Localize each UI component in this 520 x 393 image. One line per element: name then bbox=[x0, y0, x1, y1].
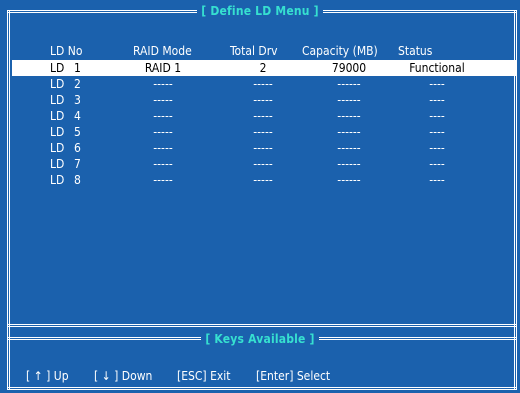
column-header-ld-no: LD No bbox=[50, 44, 83, 58]
menu-title-text: [ Define LD Menu ] bbox=[197, 4, 323, 18]
total-drv: ----- bbox=[253, 125, 273, 139]
raid-mode: ----- bbox=[153, 141, 173, 155]
capacity: ------ bbox=[337, 173, 361, 187]
keys-title: [ Keys Available ] bbox=[0, 332, 520, 346]
column-header-raid-mode: RAID Mode bbox=[133, 44, 192, 58]
key-enter-hint: [Enter] Select bbox=[256, 369, 331, 383]
status: ---- bbox=[429, 93, 445, 107]
total-drv: ----- bbox=[253, 173, 273, 187]
total-drv: 2 bbox=[259, 61, 267, 75]
ld-row[interactable]: LD 8 ----- ----- ------ ---- bbox=[12, 172, 517, 188]
keys-title-text: [ Keys Available ] bbox=[201, 332, 319, 346]
capacity: ------ bbox=[337, 141, 361, 155]
capacity: ------ bbox=[337, 93, 361, 107]
raid-mode: ----- bbox=[153, 93, 173, 107]
capacity: ------ bbox=[337, 77, 361, 91]
status: ---- bbox=[429, 109, 445, 123]
total-drv: ----- bbox=[253, 157, 273, 171]
key-down-close-bracket: ] bbox=[114, 369, 119, 383]
ld-label: LD bbox=[50, 109, 65, 123]
total-drv: ----- bbox=[253, 109, 273, 123]
column-header-status: Status bbox=[398, 44, 433, 58]
ld-row[interactable]: LD 6 ----- ----- ------ ---- bbox=[12, 140, 517, 156]
ld-number: 6 bbox=[74, 141, 81, 155]
status: ---- bbox=[429, 157, 445, 171]
ld-number: 2 bbox=[74, 77, 81, 91]
ld-row[interactable]: LD 7 ----- ----- ------ ---- bbox=[12, 156, 517, 172]
raid-mode: ----- bbox=[153, 77, 173, 91]
key-up-close-bracket: ] bbox=[46, 369, 51, 383]
status: ---- bbox=[429, 77, 445, 91]
column-header-total-drv: Total Drv bbox=[230, 44, 278, 58]
status: Functional bbox=[409, 61, 465, 75]
menu-title: [ Define LD Menu ] bbox=[0, 4, 520, 18]
ld-label: LD bbox=[50, 125, 65, 139]
ld-label: LD bbox=[50, 77, 65, 91]
ld-row[interactable]: LD 5 ----- ----- ------ ---- bbox=[12, 124, 517, 140]
ld-label: LD bbox=[50, 93, 65, 107]
ld-row[interactable]: LD 4 ----- ----- ------ ---- bbox=[12, 108, 517, 124]
capacity: ------ bbox=[337, 109, 361, 123]
ld-number: 8 bbox=[74, 173, 81, 187]
ld-row[interactable]: LD 1 RAID 1 2 79000 Functional bbox=[12, 60, 517, 76]
ld-label: LD bbox=[50, 157, 65, 171]
raid-mode: RAID 1 bbox=[144, 61, 182, 75]
key-down-open-bracket: [ bbox=[94, 369, 99, 383]
key-up-open-bracket: [ bbox=[26, 369, 31, 383]
raid-mode: ----- bbox=[153, 125, 173, 139]
mid-border bbox=[7, 324, 517, 327]
raid-mode: ----- bbox=[153, 109, 173, 123]
column-header-capacity: Capacity (MB) bbox=[302, 44, 378, 58]
status: ---- bbox=[429, 125, 445, 139]
key-up-hint: [ ↑ ] Up bbox=[26, 369, 69, 383]
capacity: ------ bbox=[337, 125, 361, 139]
bottom-border bbox=[7, 387, 517, 390]
key-esc-hint: [ESC] Exit bbox=[177, 369, 231, 383]
total-drv: ----- bbox=[253, 93, 273, 107]
capacity: 79000 bbox=[331, 61, 367, 75]
ld-number: 3 bbox=[74, 93, 81, 107]
key-up-label: Up bbox=[53, 369, 69, 383]
ld-number: 5 bbox=[74, 125, 81, 139]
raid-mode: ----- bbox=[153, 157, 173, 171]
up-arrow-icon: ↑ bbox=[33, 369, 43, 383]
down-arrow-icon: ↓ bbox=[101, 369, 111, 383]
ld-number: 4 bbox=[74, 109, 81, 123]
status: ---- bbox=[429, 173, 445, 187]
ld-row[interactable]: LD 2 ----- ----- ------ ---- bbox=[12, 76, 517, 92]
ld-label: LD bbox=[50, 173, 65, 187]
key-down-label: Down bbox=[121, 369, 153, 383]
total-drv: ----- bbox=[253, 77, 273, 91]
status: ---- bbox=[429, 141, 445, 155]
total-drv: ----- bbox=[253, 141, 273, 155]
ld-row[interactable]: LD 3 ----- ----- ------ ---- bbox=[12, 92, 517, 108]
capacity: ------ bbox=[337, 157, 361, 171]
ld-label: LD bbox=[50, 61, 65, 75]
ld-number: 1 bbox=[74, 61, 81, 75]
ld-label: LD bbox=[50, 141, 65, 155]
ld-number: 7 bbox=[74, 157, 81, 171]
key-down-hint: [ ↓ ] Down bbox=[94, 369, 152, 383]
raid-mode: ----- bbox=[153, 173, 173, 187]
